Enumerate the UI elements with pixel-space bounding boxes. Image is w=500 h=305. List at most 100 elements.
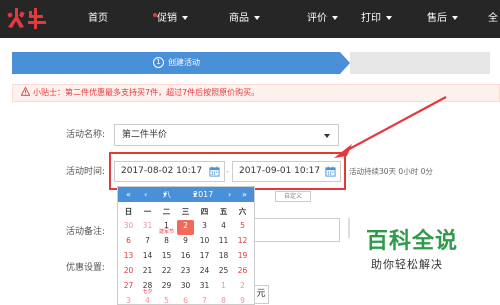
- calendar-day-number: 9: [183, 236, 188, 245]
- calendar-day[interactable]: 9: [234, 295, 251, 305]
- step-label: 创建活动: [168, 58, 200, 67]
- calendar-day[interactable]: 1: [215, 280, 232, 295]
- calendar-day[interactable]: 31: [196, 280, 213, 295]
- activity-name-label: 活动名称:: [66, 130, 106, 140]
- calendar-day[interactable]: 2: [234, 280, 251, 295]
- note-textarea[interactable]: [255, 218, 340, 242]
- nav-item-print[interactable]: 打印: [361, 0, 392, 38]
- calendar-day[interactable]: 14: [139, 250, 156, 265]
- nav-item-label: 评价: [307, 13, 327, 24]
- calendar-day[interactable]: 30: [177, 280, 194, 295]
- calendar-day-number: 8: [164, 236, 169, 245]
- warning-icon: [21, 87, 30, 96]
- prev-year-button[interactable]: «: [126, 187, 131, 202]
- calendar-icon[interactable]: [325, 166, 336, 177]
- calendar-day[interactable]: 26: [234, 265, 251, 280]
- nav-item-more[interactable]: 全: [488, 0, 498, 38]
- calendar-day[interactable]: 4: [215, 220, 232, 235]
- calendar-day[interactable]: 10: [196, 235, 213, 250]
- calendar-day-number: 15: [161, 251, 172, 260]
- calendar-day[interactable]: 29: [158, 280, 175, 295]
- calendar-day[interactable]: 6: [120, 235, 137, 250]
- calendar-day[interactable]: 20: [120, 265, 137, 280]
- nav-item-home[interactable]: 首页: [88, 0, 108, 38]
- calendar-day[interactable]: 2: [177, 220, 194, 235]
- calendar-day[interactable]: 5: [234, 220, 251, 235]
- calendar-day-number: 24: [199, 266, 210, 275]
- weekday-label: 三: [181, 207, 190, 216]
- calendar-day-number: 19: [237, 251, 248, 260]
- year-select[interactable]: 2017 ▾: [193, 187, 213, 202]
- brand-logo[interactable]: [6, 5, 50, 31]
- calendar-day[interactable]: 17: [196, 250, 213, 265]
- calendar-day[interactable]: 11: [215, 235, 232, 250]
- calendar-day[interactable]: 6: [177, 295, 194, 305]
- calendar-day[interactable]: 22: [158, 265, 175, 280]
- end-time-input[interactable]: 2017-09-01 10:17: [232, 161, 341, 182]
- calendar-day-number: 8: [221, 296, 226, 305]
- calendar-day[interactable]: 7: [139, 235, 156, 250]
- calendar-day[interactable]: 31: [139, 220, 156, 235]
- nav-item-label: 首页: [88, 13, 108, 24]
- top-navigation: 火牛 首页 促销 商品 评价 打印 售后 全: [0, 0, 500, 38]
- nav-item-promotion[interactable]: 促销: [153, 0, 188, 38]
- calendar-day[interactable]: 21: [139, 265, 156, 280]
- calendar-day-number: 5: [240, 221, 245, 230]
- calendar-day[interactable]: 27: [120, 280, 137, 295]
- calendar-day[interactable]: 1 建军节: [158, 220, 175, 235]
- weekday-label: 六: [238, 207, 247, 216]
- prev-month-button[interactable]: ‹: [144, 187, 147, 202]
- calendar-day[interactable]: 30: [120, 220, 137, 235]
- yuan-unit: 元: [254, 285, 269, 304]
- calendar-day-number: 12: [237, 236, 248, 245]
- next-year-button[interactable]: »: [242, 187, 247, 202]
- calendar-day-number: 4: [221, 221, 226, 230]
- next-month-button[interactable]: ›: [228, 187, 231, 202]
- nav-item-products[interactable]: 商品: [229, 0, 260, 38]
- calendar-day[interactable]: 15: [158, 250, 175, 265]
- calendar-day[interactable]: 25: [215, 265, 232, 280]
- calendar-day[interactable]: 24: [196, 265, 213, 280]
- calendar-day[interactable]: 5: [158, 295, 175, 305]
- nav-item-reviews[interactable]: 评价: [307, 0, 338, 38]
- calendar-day-number: 27: [123, 281, 134, 290]
- calendar-day-number: 17: [199, 251, 210, 260]
- date-range-separator: -: [226, 167, 229, 176]
- calendar-day[interactable]: 7: [196, 295, 213, 305]
- nav-item-label: 商品: [229, 13, 249, 24]
- weekday-label: 一: [143, 207, 152, 216]
- calendar-day[interactable]: 4: [139, 295, 156, 305]
- calendar-day[interactable]: 18: [215, 250, 232, 265]
- calendar-day[interactable]: 8: [215, 295, 232, 305]
- calendar-day-number: 30: [123, 221, 134, 230]
- calendar-day[interactable]: 13: [120, 250, 137, 265]
- calendar-day[interactable]: 9: [177, 235, 194, 250]
- chevron-down-icon: [182, 16, 188, 20]
- calendar-day[interactable]: 28 七夕: [139, 280, 156, 295]
- calendar-day-number: 25: [218, 266, 229, 275]
- calendar-day[interactable]: 16: [177, 250, 194, 265]
- calendar-day-number: 21: [142, 266, 153, 275]
- custom-time-button[interactable]: 自定义: [275, 191, 311, 202]
- calendar-day-number: 5: [164, 296, 169, 305]
- calendar-day-number: 14: [142, 251, 153, 260]
- calendar-day[interactable]: 8: [158, 235, 175, 250]
- calendar-day[interactable]: 19: [234, 250, 251, 265]
- calendar-icon[interactable]: [209, 166, 220, 177]
- calendar-day[interactable]: 3: [196, 220, 213, 235]
- calendar-day[interactable]: 23: [177, 265, 194, 280]
- start-time-input[interactable]: 2017-08-02 10:17: [114, 161, 225, 182]
- calendar-day[interactable]: 12: [234, 235, 251, 250]
- activity-name-select[interactable]: 第二件半价: [114, 124, 339, 146]
- discount-label: 优惠设置:: [66, 263, 106, 273]
- calendar-day[interactable]: 3: [120, 295, 137, 305]
- weekday-label: 四: [200, 207, 209, 216]
- calendar-day-number: 1: [221, 281, 226, 290]
- weekday-label: 二: [162, 207, 171, 216]
- textarea-scrollbar[interactable]: [348, 218, 350, 238]
- tip-text: 小贴士：第二件优惠最多支持买7件，超过7件后按照原价购买。: [33, 88, 260, 97]
- calendar-day-number: 22: [161, 266, 172, 275]
- month-select[interactable]: 八月 ▾: [163, 187, 171, 214]
- nav-item-after-sales[interactable]: 售后: [427, 0, 458, 38]
- chevron-down-icon: [452, 16, 458, 20]
